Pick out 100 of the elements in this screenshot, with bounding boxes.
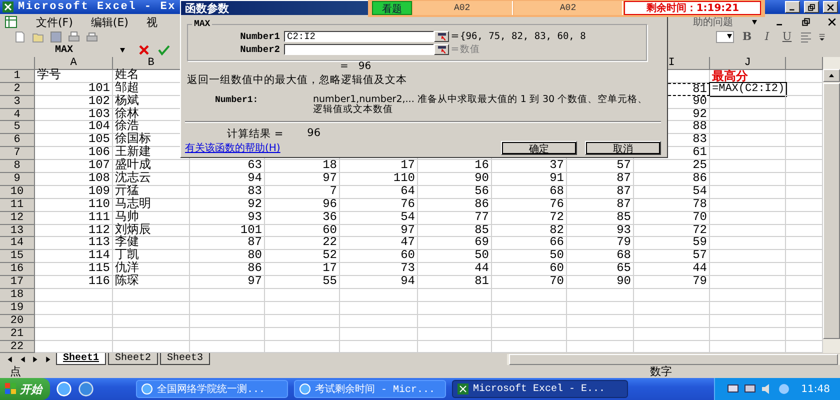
table-cell: 72 <box>492 212 567 225</box>
table-cell: 86 <box>418 198 492 212</box>
clock: 11:48 <box>801 384 830 394</box>
table-cell: 116 <box>35 276 113 290</box>
table-cell: 110 <box>35 198 113 212</box>
status-text: 点 <box>10 364 22 379</box>
table-cell: 93 <box>567 224 634 238</box>
argument-help-label: Number1: <box>215 95 260 107</box>
argument-value: {96, 75, 82, 83, 60, 8 <box>460 31 587 42</box>
table-cell: 82 <box>492 224 567 238</box>
table-cell: 110 <box>340 173 418 186</box>
table-cell: 68 <box>492 186 567 199</box>
table-cell: 97 <box>190 276 265 290</box>
remaining-time: 剩余时间：1:19:21 <box>624 1 761 15</box>
table-cell: 101 <box>190 224 265 238</box>
table-cell: 102 <box>35 96 113 109</box>
exam-field: A02 <box>514 1 624 15</box>
table-cell: 59 <box>634 237 710 250</box>
table-cell: 52 <box>265 250 340 264</box>
table-cell: 54 <box>340 212 418 225</box>
table-cell: 91 <box>492 173 567 186</box>
table-cell: 79 <box>634 276 710 290</box>
table-cell: 沈志云 <box>113 173 190 186</box>
dialog-title: 函数参数 <box>185 0 229 16</box>
calculation-result: 96 <box>307 127 321 141</box>
table-cell: 83 <box>190 186 265 199</box>
table-cell: 97 <box>340 224 418 238</box>
table-cell: 57 <box>634 250 710 264</box>
table-cell: 44 <box>418 263 492 276</box>
table-cell: 105 <box>35 134 113 148</box>
table-cell: 17 <box>265 263 340 276</box>
table-cell: 72 <box>634 224 710 238</box>
table-cell: 86 <box>190 263 265 276</box>
table-cell: 63 <box>190 160 265 174</box>
table-cell: 93 <box>190 212 265 225</box>
table-cell: 25 <box>634 160 710 174</box>
table-cell: 18 <box>265 160 340 174</box>
table-cell: 81 <box>418 276 492 290</box>
table-cell: 87 <box>567 186 634 199</box>
argument-label: Number1 <box>239 31 281 42</box>
equals-sign: = <box>450 31 460 42</box>
table-cell: 115 <box>35 263 113 276</box>
equals-sign: = <box>340 61 348 72</box>
table-cell: 87 <box>190 237 265 250</box>
table-cell: 86 <box>634 173 710 186</box>
table-cell: 101 <box>35 82 113 96</box>
table-cell: 106 <box>35 147 113 160</box>
table-cell: 92 <box>190 198 265 212</box>
table-cell: 44 <box>634 263 710 276</box>
table-cell: 87 <box>567 198 634 212</box>
table-cell: 90 <box>418 173 492 186</box>
table-cell: 94 <box>340 276 418 290</box>
status-indicator: 数字 <box>650 364 673 379</box>
table-cell: 54 <box>634 186 710 199</box>
table-cell: 85 <box>418 224 492 238</box>
table-cell: 79 <box>567 237 634 250</box>
table-cell: 77 <box>418 212 492 225</box>
table-cell: 68 <box>567 250 634 264</box>
table-cell: 60 <box>265 224 340 238</box>
table-cell: 学号 <box>35 70 113 83</box>
table-cell: 76 <box>340 198 418 212</box>
table-cell: 66 <box>492 237 567 250</box>
table-cell: 47 <box>340 237 418 250</box>
table-cell: 65 <box>567 263 634 276</box>
table-cell: 111 <box>35 212 113 225</box>
table-cell: 112 <box>35 224 113 238</box>
table-cell: 94 <box>190 173 265 186</box>
table-cell: 37 <box>492 160 567 174</box>
equals-sign: = <box>450 44 460 55</box>
table-cell: 87 <box>567 173 634 186</box>
table-cell: 96 <box>265 198 340 212</box>
table-cell: 103 <box>35 108 113 122</box>
table-cell: 7 <box>265 186 340 199</box>
table-cell: 104 <box>35 121 113 134</box>
table-cell: 70 <box>492 276 567 290</box>
table-cell: 36 <box>265 212 340 225</box>
exam-field: A02 <box>412 1 513 15</box>
table-cell: 陈琛 <box>113 276 190 290</box>
table-cell: 16 <box>418 160 492 174</box>
table-cell: 64 <box>340 186 418 199</box>
calculation-label: 计算结果 = <box>227 127 284 141</box>
table-cell: 22 <box>265 237 340 250</box>
function-name: MAX <box>193 19 212 29</box>
table-cell: 17 <box>340 160 418 174</box>
table-cell: 亓猛 <box>113 186 190 199</box>
table-cell: 60 <box>340 250 418 264</box>
table-cell: 55 <box>265 276 340 290</box>
table-cell: 最高分 <box>710 70 786 83</box>
table-cell: 113 <box>35 237 113 250</box>
formula-result: 96 <box>358 61 372 72</box>
table-cell: 76 <box>492 198 567 212</box>
table-cell: 50 <box>418 250 492 264</box>
table-cell: 109 <box>35 186 113 199</box>
table-cell: 108 <box>35 173 113 186</box>
table-cell: 78 <box>634 198 710 212</box>
formula-cell: =MAX(C2:I2) <box>710 82 786 96</box>
table-cell: 56 <box>418 186 492 199</box>
argument-label: Number2 <box>239 44 281 55</box>
table-cell: 97 <box>265 173 340 186</box>
window-title: Microsoft Excel - Ex <box>18 1 176 13</box>
